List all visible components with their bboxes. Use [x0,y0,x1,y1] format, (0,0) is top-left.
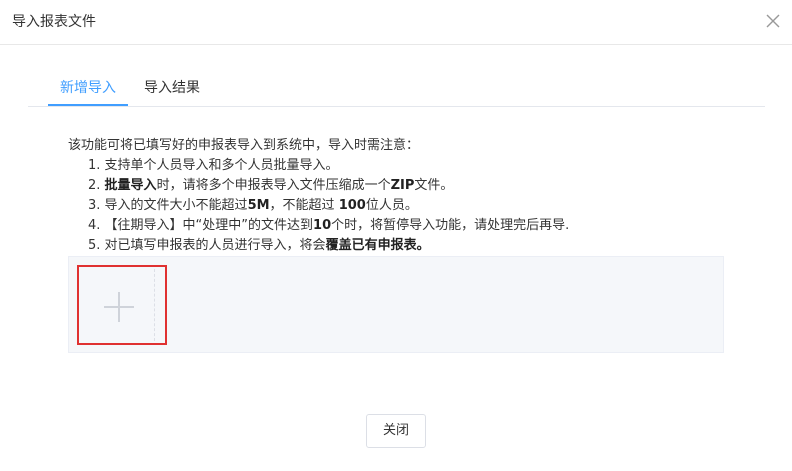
plus-icon [103,291,135,323]
notice-item-3: 3. 导入的文件大小不能超过5M，不能超过 100位人员。 [68,196,748,216]
notice-item-number: 2. [88,178,101,193]
import-report-dialog: 导入报表文件 新增导入 导入结果 该功能可将已填写好的申报表导入到系统中，导入时… [0,0,792,471]
notice-item-text: ，不能超过 [269,198,339,213]
upload-area [68,256,724,353]
notice-item-text: 位人员。 [365,198,418,213]
notice-item-bold: 5M [247,198,270,213]
dialog-header: 导入报表文件 [0,0,792,45]
notice-item-5: 5. 对已填写申报表的人员进行导入，将会覆盖已有申报表。 [68,236,748,256]
notice-item-1: 1. 支持单个人员导入和多个人员批量导入。 [68,156,748,176]
upload-button[interactable] [77,265,167,345]
notice-item-text: 对已填写申报表的人员进行导入，将会 [104,238,326,253]
notice-item-number: 4. [88,218,101,233]
notice-item-bold: 批量导入 [104,178,157,193]
notice-item-number: 3. [88,198,101,213]
notice-item-4: 4. 【往期导入】中“处理中”的文件达到10个时，将暂停导入功能，请处理完后再导… [68,216,748,236]
notice-item-number: 1. [88,158,101,173]
notice-item-text: 导入的文件大小不能超过 [104,198,248,213]
import-notice: 该功能可将已填写好的申报表导入到系统中，导入时需注意： 1. 支持单个人员导入和… [68,136,748,256]
notice-item-number: 5. [88,238,101,253]
tab-import-result[interactable]: 导入结果 [132,70,212,106]
notice-item-text: 支持单个人员导入和多个人员批量导入。 [104,158,339,173]
tab-bar: 新增导入 导入结果 [28,70,765,107]
close-button[interactable]: 关闭 [366,414,426,448]
tab-new-import[interactable]: 新增导入 [48,70,128,106]
upload-tile-inner [81,269,155,341]
notice-item-bold: ZIP [390,178,415,193]
close-x-icon[interactable] [764,12,782,30]
notice-item-2: 2. 批量导入时，请将多个申报表导入文件压缩成一个ZIP文件。 [68,176,748,196]
notice-item-bold: 100 [338,198,366,213]
notice-item-text: 个时，将暂停导入功能，请处理完后再导. [331,218,570,233]
notice-intro: 该功能可将已填写好的申报表导入到系统中，导入时需注意： [68,138,420,153]
notice-item-bold: 覆盖已有申报表。 [325,238,430,253]
notice-item-text: 文件。 [414,178,454,193]
notice-item-text: 时，请将多个申报表导入文件压缩成一个 [156,178,391,193]
notice-item-text: 【往期导入】中“处理中”的文件达到 [104,218,314,233]
notice-item-bold: 10 [313,218,332,233]
dialog-title: 导入报表文件 [12,14,96,30]
